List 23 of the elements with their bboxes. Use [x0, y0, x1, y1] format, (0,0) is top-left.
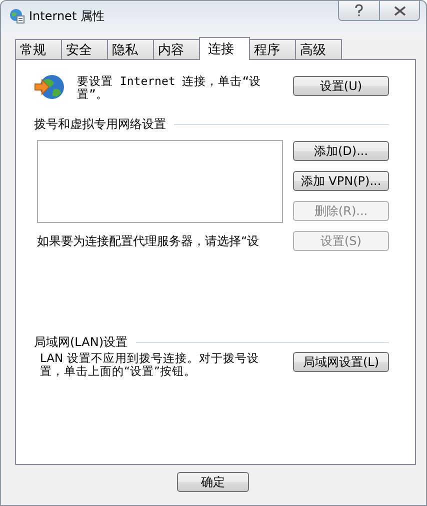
close-icon: [394, 6, 406, 16]
help-button[interactable]: [339, 1, 379, 20]
lan-settings-button[interactable]: 局域网设置(L): [293, 352, 389, 372]
add-vpn-button[interactable]: 添加 VPN(P)...: [293, 171, 389, 191]
settings-button[interactable]: 设置(U): [293, 76, 389, 96]
instruction-text: 要设置 Internet 连接，单击“设置”。: [77, 75, 262, 101]
tab[interactable]: 常规: [15, 39, 62, 59]
add-button[interactable]: 添加(D)...: [293, 141, 389, 161]
tab[interactable]: 隐私: [107, 39, 154, 59]
tab[interactable]: 安全: [61, 39, 108, 59]
ok-button[interactable]: 确定: [177, 472, 249, 492]
section-heading: 拨号和虚拟专用网络设置: [34, 116, 166, 133]
lan-note-text: LAN 设置不应用到拨号连接。对于拨号设置，单击上面的“设置”按钮。: [40, 352, 260, 378]
tab[interactable]: 内容: [153, 39, 200, 59]
help-icon: [354, 4, 364, 17]
section-heading: 局域网(LAN)设置: [34, 334, 128, 351]
tab[interactable]: 连接: [199, 37, 250, 60]
window-title: Internet 属性: [29, 8, 106, 25]
tab[interactable]: 程序: [249, 39, 296, 59]
close-button[interactable]: [379, 1, 419, 20]
proxy-hint-text: 如果要为连接配置代理服务器，请选择“设: [37, 233, 260, 250]
globe-icon: [9, 8, 25, 24]
tab[interactable]: 高级: [295, 39, 342, 59]
